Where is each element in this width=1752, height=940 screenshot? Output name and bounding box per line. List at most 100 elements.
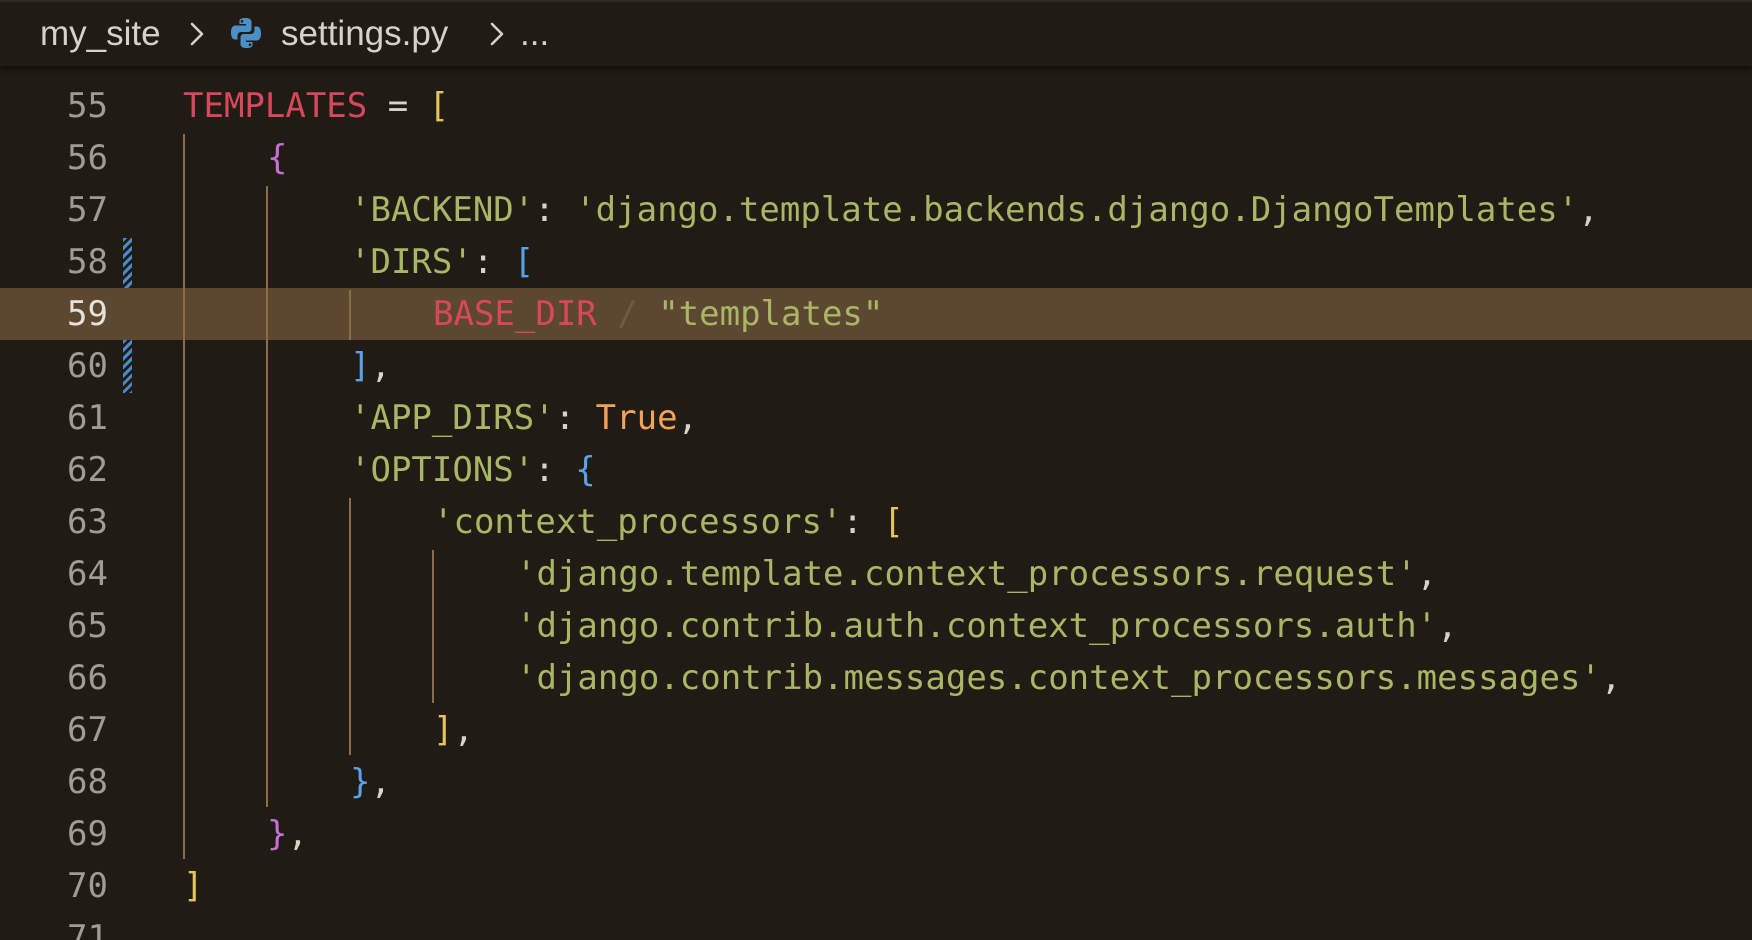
- line-number: 68: [67, 762, 108, 802]
- punctuation-token: ,: [1437, 606, 1458, 646]
- punctuation-token: ,: [1416, 554, 1438, 594]
- code-text: TEMPLATES = [: [183, 86, 449, 126]
- punctuation-token: ,: [370, 346, 391, 386]
- operator-token: :: [472, 242, 514, 282]
- code-line[interactable]: 58 'DIRS': [: [0, 236, 1752, 288]
- code-line[interactable]: 63 'context_processors': [: [0, 496, 1752, 548]
- constant-token: True: [595, 398, 678, 438]
- breadcrumb-folder[interactable]: my_site: [40, 12, 161, 56]
- code-line-current[interactable]: 59 BASE_DIR / "templates": [0, 288, 1752, 340]
- line-number: 61: [67, 398, 108, 438]
- line-number: 67: [67, 710, 108, 750]
- bracket-token: [: [513, 242, 535, 282]
- operator-token: /: [596, 294, 659, 334]
- string-token: 'django.template.backends.django.DjangoT…: [575, 190, 1579, 230]
- code-text: },: [267, 814, 308, 854]
- punctuation-token: ,: [1600, 658, 1622, 698]
- code-line[interactable]: 61 'APP_DIRS': True,: [0, 392, 1752, 444]
- code-text: 'APP_DIRS': True,: [350, 398, 698, 438]
- code-text: },: [350, 762, 391, 802]
- line-number: 57: [67, 190, 108, 230]
- line-number: 70: [67, 866, 108, 906]
- code-line[interactable]: 64 'django.template.context_processors.r…: [0, 548, 1752, 600]
- code-line[interactable]: 60 ],: [0, 340, 1752, 392]
- line-number: 62: [67, 450, 108, 490]
- code-text: BASE_DIR / "templates": [433, 294, 883, 334]
- string-token: "templates": [658, 294, 884, 334]
- string-token: 'APP_DIRS': [350, 398, 555, 438]
- punctuation-token: ,: [677, 398, 699, 438]
- punctuation-token: ,: [287, 814, 308, 854]
- line-number: 66: [67, 658, 108, 698]
- indent-guide: [349, 498, 351, 755]
- line-number: 64: [67, 554, 108, 594]
- code-line[interactable]: 69 },: [0, 808, 1752, 860]
- operator-token: =: [367, 86, 429, 126]
- code-line[interactable]: 68 },: [0, 756, 1752, 808]
- code-line[interactable]: 71: [0, 912, 1752, 940]
- line-number: 63: [67, 502, 108, 542]
- code-text: 'context_processors': [: [433, 502, 904, 542]
- string-token: 'DIRS': [350, 242, 473, 282]
- code-line[interactable]: 70 ]: [0, 860, 1752, 912]
- bracket-token: ]: [433, 710, 454, 750]
- code-line[interactable]: 67 ],: [0, 704, 1752, 756]
- bracket-token: {: [267, 138, 288, 178]
- operator-token: :: [554, 398, 596, 438]
- bracket-token: [: [428, 86, 450, 126]
- string-token: 'OPTIONS': [350, 450, 535, 490]
- punctuation-token: ,: [1578, 190, 1599, 230]
- line-number: 58: [67, 242, 108, 282]
- chevron-right-icon: [490, 22, 504, 46]
- bracket-token: }: [267, 814, 288, 854]
- punctuation-token: ,: [370, 762, 391, 802]
- code-text: 'django.template.context_processors.requ…: [516, 554, 1437, 594]
- operator-token: :: [534, 450, 576, 490]
- bracket-token: }: [350, 762, 371, 802]
- line-number: 60: [67, 346, 108, 386]
- code-text: 'django.contrib.messages.context_process…: [516, 658, 1621, 698]
- tab-bar-edge: [0, 0, 1752, 2]
- line-number: 65: [67, 606, 108, 646]
- code-text: 'django.contrib.auth.context_processors.…: [516, 606, 1458, 646]
- code-line[interactable]: 55 TEMPLATES = [: [0, 80, 1752, 132]
- code-text: ],: [350, 346, 391, 386]
- code-text: 'OPTIONS': {: [350, 450, 596, 490]
- code-text: 'BACKEND': 'django.template.backends.dja…: [350, 190, 1599, 230]
- bracket-token: {: [575, 450, 596, 490]
- indent-guide: [432, 550, 434, 703]
- code-text: ],: [433, 710, 474, 750]
- punctuation-token: ,: [453, 710, 474, 750]
- code-editor[interactable]: my_site settings.py ... 54 55 TEMPLATES …: [0, 0, 1752, 940]
- line-number: 59: [67, 294, 108, 334]
- breadcrumb: my_site settings.py ...: [0, 0, 1752, 66]
- operator-token: :: [842, 502, 884, 542]
- bracket-token: [: [883, 502, 904, 542]
- code-line[interactable]: 57 'BACKEND': 'django.template.backends.…: [0, 184, 1752, 236]
- code-text: {: [267, 138, 287, 178]
- indent-guide: [266, 186, 268, 807]
- code-line[interactable]: 65 'django.contrib.auth.context_processo…: [0, 600, 1752, 652]
- string-token: 'context_processors': [433, 502, 843, 542]
- line-number: 55: [67, 86, 108, 126]
- bracket-token: ]: [350, 346, 371, 386]
- code-line[interactable]: 66 'django.contrib.messages.context_proc…: [0, 652, 1752, 704]
- line-number: 69: [67, 814, 108, 854]
- variable-token: TEMPLATES: [183, 86, 368, 126]
- variable-token: BASE_DIR: [433, 294, 597, 334]
- operator-token: :: [534, 190, 576, 230]
- code-line[interactable]: 56 {: [0, 132, 1752, 184]
- line-number: 56: [67, 138, 108, 178]
- breadcrumb-more[interactable]: ...: [520, 12, 549, 56]
- string-token: 'BACKEND': [350, 190, 535, 230]
- python-icon: [231, 18, 261, 48]
- string-token: 'django.contrib.messages.context_process…: [516, 658, 1601, 698]
- breadcrumb-file[interactable]: settings.py: [281, 12, 448, 56]
- chevron-right-icon: [190, 22, 204, 46]
- indent-guide: [349, 290, 351, 340]
- code-text: ]: [183, 866, 203, 906]
- string-token: 'django.contrib.auth.context_processors.…: [516, 606, 1438, 646]
- code-line[interactable]: 62 'OPTIONS': {: [0, 444, 1752, 496]
- code-text: 'DIRS': [: [350, 242, 534, 282]
- string-token: 'django.template.context_processors.requ…: [516, 554, 1417, 594]
